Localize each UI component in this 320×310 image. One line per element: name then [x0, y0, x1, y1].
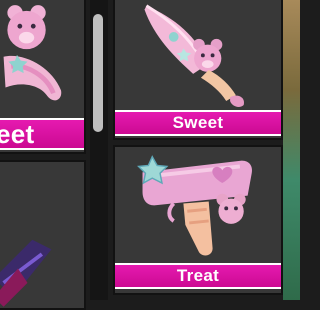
item-label: eet — [0, 118, 84, 150]
item-label: Treat — [115, 263, 281, 289]
game-world-background — [283, 0, 300, 300]
item-card-sweet[interactable]: Sweet — [113, 0, 283, 140]
item-card-left-top[interactable]: eet — [0, 0, 86, 154]
inventory-screen: eet Sweet — [0, 0, 300, 310]
item-card-treat[interactable]: Treat — [113, 145, 283, 295]
dark-weapon-art — [0, 239, 52, 307]
item-card-left-bottom[interactable] — [0, 160, 86, 310]
item-label: Sweet — [115, 110, 281, 136]
scrollbar-thumb[interactable] — [93, 14, 103, 132]
